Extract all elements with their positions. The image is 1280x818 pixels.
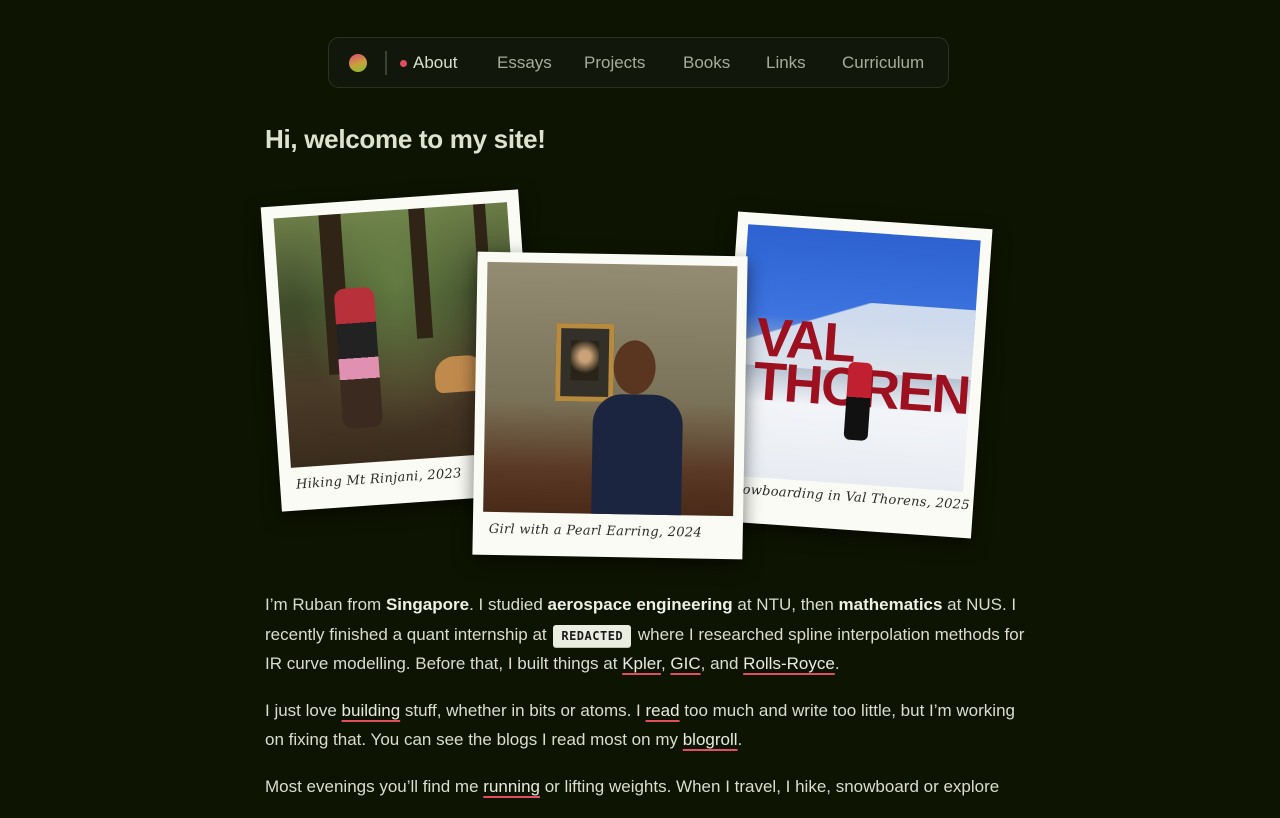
snowboarding-photo: VAL THORENS [730, 224, 981, 492]
nav-item-books[interactable]: Books [683, 38, 730, 88]
nav-item-about[interactable]: About [413, 38, 457, 88]
polaroid-snowboarding: VAL THORENS Snowboarding in Val Thorens,… [716, 211, 993, 539]
link-running[interactable]: running [483, 777, 540, 796]
link-building[interactable]: building [342, 701, 401, 720]
photo-caption: Girl with a Pearl Earring, 2024 [488, 521, 703, 541]
link-rolls-royce[interactable]: Rolls-Royce [743, 654, 835, 673]
top-nav: About Essays Projects Books Links Curric… [328, 37, 949, 88]
museum-photo [483, 261, 738, 517]
country-text: Singapore [385, 595, 470, 614]
skier-figure [843, 361, 873, 442]
painting-frame [555, 323, 615, 403]
link-kpler[interactable]: Kpler [622, 654, 661, 673]
nav-item-curriculum[interactable]: Curriculum [842, 38, 924, 88]
nav-item-essays[interactable]: Essays [497, 38, 552, 88]
person-figure [591, 393, 684, 517]
hiker-figure [333, 286, 384, 430]
link-read[interactable]: read [646, 701, 680, 720]
nav-item-links[interactable]: Links [766, 38, 806, 88]
logo-icon[interactable] [349, 54, 367, 72]
nav-divider [385, 51, 387, 75]
link-blogroll[interactable]: blogroll [683, 730, 738, 749]
nav-item-projects[interactable]: Projects [584, 38, 645, 88]
hobbies-paragraph: Most evenings you’ll find me running or … [265, 776, 1000, 796]
page-title: Hi, welcome to my site! [265, 124, 546, 154]
intro-paragraph: I’m Ruban from Singapore. I studied aero… [265, 595, 1025, 673]
active-indicator-icon [400, 60, 407, 67]
redacted-badge: REDACTED [553, 624, 632, 647]
polaroid-museum: Girl with a Pearl Earring, 2024 [472, 251, 748, 560]
intro-content: I’m Ruban from Singapore. I studied aero… [265, 590, 1025, 818]
building-paragraph: I just love building stuff, whether in b… [265, 700, 1015, 750]
link-gic[interactable]: GIC [670, 654, 700, 673]
